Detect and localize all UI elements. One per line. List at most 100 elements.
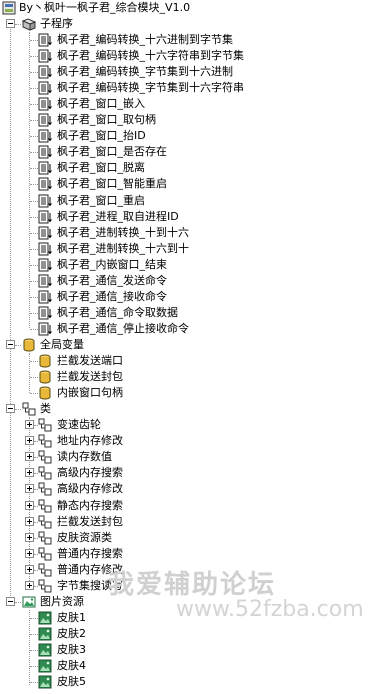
class-item[interactable]: 普通内存搜索 (0, 546, 360, 562)
subprogram-item[interactable]: 枫子君_编码转换_十六进制到字节集 (0, 32, 360, 48)
class-icon (38, 418, 52, 432)
tree-root[interactable]: By丶枫叶一枫子君_综合模块_V1.0 (0, 0, 260, 16)
subprogram-label: 枫子君_通信_发送命令 (57, 273, 167, 287)
tree-line (30, 120, 38, 122)
image-item[interactable]: 皮肤2 (0, 626, 360, 642)
image-icon (38, 643, 52, 657)
subprogram-item[interactable]: 枫子君_进程_取自进程ID (0, 209, 360, 225)
global-variable-item[interactable]: 拦截发送端口 (0, 353, 360, 369)
class-label: 读内存数值 (57, 450, 112, 464)
tree-line (30, 72, 38, 74)
expand-toggle[interactable] (25, 532, 34, 542)
expand-toggle[interactable] (25, 436, 34, 446)
tree-line (30, 264, 38, 266)
database-icon (23, 338, 35, 352)
class-icon (38, 499, 52, 513)
global-variable-label: 内嵌窗口句柄 (57, 386, 123, 400)
subprogram-label: 枫子君_编码转换_十六进制到字节集 (57, 33, 233, 46)
class-item[interactable]: 静态内存搜索 (0, 498, 360, 514)
subprogram-folder-icon (22, 18, 36, 31)
global-variable-item[interactable]: 拦截发送封包 (0, 369, 360, 385)
class-item[interactable]: 读内存数值 (0, 449, 360, 465)
subprogram-icon (38, 274, 52, 288)
expand-toggle[interactable] (25, 516, 34, 526)
subprogram-item[interactable]: 枫子君_窗口_重启 (0, 193, 360, 209)
subprogram-item[interactable]: 枫子君_编码转换_字节集到十六字符串 (0, 80, 360, 96)
subprogram-item[interactable]: 枫子君_窗口_智能重启 (0, 176, 360, 192)
group-subprograms[interactable]: 子程序 (0, 16, 200, 32)
image-icon (38, 611, 52, 625)
tree-line (30, 666, 38, 668)
subprogram-item[interactable]: 枫子君_窗口_嵌入 (0, 96, 360, 112)
collapse-toggle[interactable] (6, 340, 15, 349)
subprogram-icon (38, 65, 52, 79)
expand-toggle[interactable] (25, 500, 34, 510)
subprogram-item[interactable]: 枫子君_窗口_脱离 (0, 160, 360, 176)
subprogram-icon (38, 33, 52, 47)
class-item[interactable]: 地址内存修改 (0, 433, 360, 449)
subprogram-item[interactable]: 枫子君_通信_接收命令 (0, 289, 360, 305)
collapse-toggle[interactable] (6, 19, 15, 28)
subprogram-item[interactable]: 枫子君_窗口_是否存在 (0, 144, 360, 160)
group-label: 类 (40, 402, 51, 415)
class-icon (38, 579, 52, 593)
group-classes[interactable]: 类 (0, 401, 200, 417)
subprogram-icon (38, 145, 52, 159)
subprogram-icon (38, 242, 52, 256)
expand-toggle[interactable] (25, 484, 34, 494)
image-folder-icon (22, 596, 36, 608)
image-label: 皮肤2 (57, 627, 86, 641)
expand-toggle[interactable] (25, 564, 34, 574)
tree-line (30, 312, 38, 314)
class-item[interactable]: 高级内存修改 (0, 481, 360, 497)
subprogram-icon (38, 210, 52, 224)
subprogram-item[interactable]: 枫子君_窗口_取句柄 (0, 112, 360, 128)
subprogram-icon (38, 113, 52, 127)
module-icon (2, 1, 16, 15)
database-icon (38, 386, 52, 400)
tree-line (15, 24, 21, 25)
tree-line (30, 184, 38, 186)
image-item[interactable]: 皮肤4 (0, 658, 360, 674)
subprogram-label: 枫子君_进程_取自进程ID (57, 209, 179, 223)
class-item[interactable]: 拦截发送封包 (0, 514, 360, 530)
image-item[interactable]: 皮肤3 (0, 642, 360, 658)
expand-toggle[interactable] (25, 452, 34, 462)
subprogram-icon (38, 194, 52, 208)
subprogram-item[interactable]: 枫子君_进制转换_十六到十 (0, 241, 360, 257)
collapse-toggle[interactable] (6, 404, 15, 413)
subprogram-item[interactable]: 枫子君_进制转换_十到十六 (0, 225, 360, 241)
collapse-toggle[interactable] (6, 597, 15, 606)
subprogram-item[interactable]: 枫子君_窗口_抬ID (0, 128, 360, 144)
subprogram-item[interactable]: 枫子君_通信_发送命令 (0, 273, 360, 289)
class-item[interactable]: 高级内存搜索 (0, 465, 360, 481)
subprogram-item[interactable]: 枫子君_通信_命令取数据 (0, 305, 360, 321)
class-icon (38, 482, 52, 496)
class-icon (38, 450, 52, 464)
global-variable-item[interactable]: 内嵌窗口句柄 (0, 385, 360, 401)
class-icon (38, 531, 52, 545)
group-globals[interactable]: 全局变量 (0, 337, 200, 353)
class-label: 高级内存搜索 (57, 466, 123, 480)
tree-line (30, 280, 38, 282)
subprogram-label: 枫子君_编码转换_字节集到十六字符串 (57, 81, 244, 95)
class-label: 皮肤资源类 (57, 530, 112, 544)
image-item[interactable]: 皮肤5 (0, 674, 360, 690)
subprogram-label: 枫子君_窗口_是否存在 (57, 145, 167, 159)
expand-toggle[interactable] (25, 468, 34, 478)
subprogram-label: 枫子君_窗口_智能重启 (57, 177, 167, 191)
subprogram-item[interactable]: 枫子君_编码转换_十六字符串到字节集 (0, 48, 360, 64)
class-icon (22, 402, 36, 416)
tree-line (30, 682, 38, 684)
subprogram-icon (38, 161, 52, 175)
class-item[interactable]: 皮肤资源类 (0, 530, 360, 546)
tree-line (30, 650, 38, 652)
subprogram-item[interactable]: 枫子君_编码转换_字节集到十六进制 (0, 64, 360, 80)
expand-toggle[interactable] (25, 581, 34, 590)
subprogram-item[interactable]: 枫子君_通信_停止接收命令 (0, 321, 360, 337)
class-item[interactable]: 变速齿轮 (0, 417, 360, 433)
expand-toggle[interactable] (25, 548, 34, 558)
expand-toggle[interactable] (25, 420, 34, 429)
image-label: 皮肤1 (57, 611, 86, 624)
subprogram-item[interactable]: 枫子君_内嵌窗口_结束 (0, 257, 360, 273)
